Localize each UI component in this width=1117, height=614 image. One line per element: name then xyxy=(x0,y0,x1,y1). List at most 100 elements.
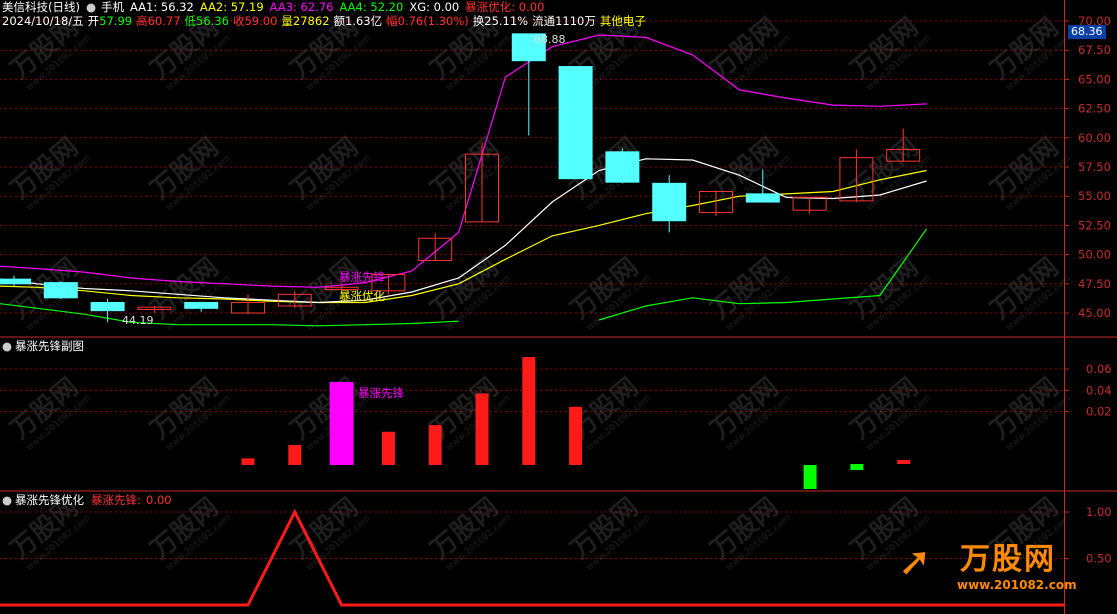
sub1-bar xyxy=(288,445,302,465)
signal-label: 暴涨先锋 xyxy=(339,270,385,284)
watermark-tile: 万股网www.201082.com xyxy=(285,492,372,573)
candle-body-down xyxy=(43,282,78,299)
ohlc-info: 2024/10/18/五 开57.99 高60.77 低56.36 收59.00 量278… xyxy=(2,14,646,28)
ohlc-field: 量 xyxy=(281,14,293,28)
price-tick-label: 60.00 xyxy=(1078,131,1111,145)
watermark-tile: 万股网www.201082.com xyxy=(565,492,652,573)
candle-body-down xyxy=(605,151,640,183)
sub1-bar xyxy=(850,464,864,470)
watermark-tile: 万股网www.201082.com xyxy=(145,372,232,453)
ohlc-field: 1.63亿 xyxy=(345,14,383,28)
ohlc-field: 0.76(1.30%) xyxy=(397,14,469,28)
sub1-bar-label: 暴涨先锋 xyxy=(358,386,404,400)
signal-label-2: 暴涨优化 xyxy=(339,289,385,303)
price-tick-label: 55.00 xyxy=(1078,189,1111,203)
ohlc-field: 60.77 xyxy=(147,14,181,28)
ma-legend-item: AA3: 62.76 xyxy=(269,0,334,14)
candle-body-down xyxy=(652,182,687,222)
ohlc-field: 1110万 xyxy=(555,14,596,28)
candle-body-down xyxy=(0,278,31,285)
sub1-bar xyxy=(897,460,911,464)
price-tick-label: 47.50 xyxy=(1078,277,1111,291)
watermark-tile: 万股网www.201082.com xyxy=(565,252,652,333)
watermark-tile: 万股网www.201082.com xyxy=(985,132,1072,213)
ohlc-field: 59.00 xyxy=(244,14,278,28)
ohlc-field: 其他电子 xyxy=(599,14,646,28)
sub1-dropdown-icon[interactable]: ● xyxy=(2,339,12,353)
price-tick-label: 57.50 xyxy=(1078,160,1111,174)
price-tick-label: 45.00 xyxy=(1078,306,1111,320)
sub1-bar xyxy=(381,431,395,465)
sub1-tick-label: 0.04 xyxy=(1086,383,1112,397)
watermark-tile: 万股网www.201082.com xyxy=(705,372,792,453)
sub1-bar xyxy=(522,357,536,465)
stock-name[interactable]: 美信科技(日线) xyxy=(2,0,80,14)
sub1-title[interactable]: 暴涨先锋副图 xyxy=(15,339,84,353)
ma-legend-item: XG: 0.00 xyxy=(409,0,460,14)
watermark-tile: 万股网www.201082.com xyxy=(845,372,932,453)
watermark-tile: 万股网www.201082.com xyxy=(145,252,232,333)
watermark-tile: 万股网www.201082.com xyxy=(285,132,372,213)
ohlc-field: 56.36 xyxy=(196,14,229,28)
band-lower-line xyxy=(0,303,459,327)
watermark-tile: 万股网www.201082.com xyxy=(425,132,512,213)
candle-body-down xyxy=(90,301,125,312)
ohlc-field: 幅 xyxy=(386,14,398,28)
sub2-tick-label: 1.00 xyxy=(1086,505,1112,519)
ohlc-field: 低 xyxy=(184,14,197,28)
watermark-tile: 万股网www.201082.com xyxy=(5,372,92,453)
brand-logo: 万股网 xyxy=(960,542,1056,577)
dropdown-icon[interactable]: ● xyxy=(86,0,96,14)
watermark-tile: 万股网www.201082.com xyxy=(285,372,372,453)
sub1-bar xyxy=(428,425,442,465)
ma-legend-item: AA1: 56.32 xyxy=(130,0,194,14)
current-price-tag: 68.36 xyxy=(1068,25,1106,39)
ma-legend-item: AA4: 52.20 xyxy=(339,0,404,14)
watermark-tile: 万股网www.201082.com xyxy=(845,12,932,93)
watermark-tile: 万股网www.201082.com xyxy=(145,132,232,213)
watermark-tile: 万股网www.201082.com xyxy=(845,252,932,333)
ohlc-field: 27862 xyxy=(292,14,330,28)
watermark-tile: 万股网www.201082.com xyxy=(425,492,512,573)
sub1-bar xyxy=(241,458,255,465)
toolbar-mobile[interactable]: 手机 xyxy=(101,0,124,14)
ma-legend: AA1: 56.32 AA2: 57.19 AA3: 62.76 AA4: 52.20… xyxy=(130,0,550,14)
brand-arrow-icon: ➚ xyxy=(898,539,932,585)
ohlc-field: 额 xyxy=(333,14,346,28)
sub1-bar xyxy=(475,393,489,465)
sub1-tick-label: 0.06 xyxy=(1086,362,1112,376)
sub2-dropdown-icon[interactable]: ● xyxy=(2,493,12,507)
sub2-param-label: 暴涨先锋: xyxy=(91,493,141,507)
ma-legend-item: 暴涨优化: 0.00 xyxy=(465,0,545,14)
stock-chart-canvas[interactable]: 万股网www.201082.com 万股网www.201082.com 万股网www… xyxy=(0,0,1117,614)
sub1-bar xyxy=(803,465,817,489)
high-annotation: 68.88 xyxy=(534,33,566,46)
watermark-tile: 万股网www.201082.com xyxy=(705,492,792,573)
sub2-tick-label: 0.50 xyxy=(1086,552,1112,566)
sub2-param-value: 0.00 xyxy=(146,493,172,507)
sub1-tick-label: 0.02 xyxy=(1086,405,1112,419)
candle-body-down xyxy=(558,66,593,180)
watermark-tile: 万股网www.201082.com xyxy=(985,252,1072,333)
sub1-bar xyxy=(329,381,354,465)
price-tick-label: 62.50 xyxy=(1078,102,1111,116)
ohlc-field: 高 xyxy=(136,14,148,28)
ohlc-field: 流通 xyxy=(532,14,556,28)
candle-body-down xyxy=(745,193,780,203)
watermark-tile: 万股网www.201082.com xyxy=(705,252,792,333)
watermark-layer: 万股网www.201082.com 万股网www.201082.com 万股网www… xyxy=(5,12,1072,573)
watermark-tile: 万股网www.201082.com xyxy=(985,372,1072,453)
candle-body-down xyxy=(184,301,219,309)
ohlc-field: 2024/10/18/五 xyxy=(2,14,84,28)
ohlc-field: 57.99 xyxy=(99,14,133,28)
sub2-title[interactable]: 暴涨先锋优化 xyxy=(15,493,84,507)
price-axis: 70.0067.5065.0062.5060.0057.5055.0052.50… xyxy=(1064,14,1112,566)
price-tick-label: 65.00 xyxy=(1078,72,1111,86)
price-tick-label: 50.00 xyxy=(1078,248,1111,262)
watermark-tile: 万股网www.201082.com xyxy=(985,12,1072,93)
ma-legend-item: AA2: 57.19 xyxy=(199,0,264,14)
watermark-tile: 万股网www.201082.com xyxy=(5,132,92,213)
brand-site: www.201082.com xyxy=(957,578,1077,592)
sub1-bar xyxy=(569,406,583,465)
low-annotation: 44.19 xyxy=(122,314,154,327)
